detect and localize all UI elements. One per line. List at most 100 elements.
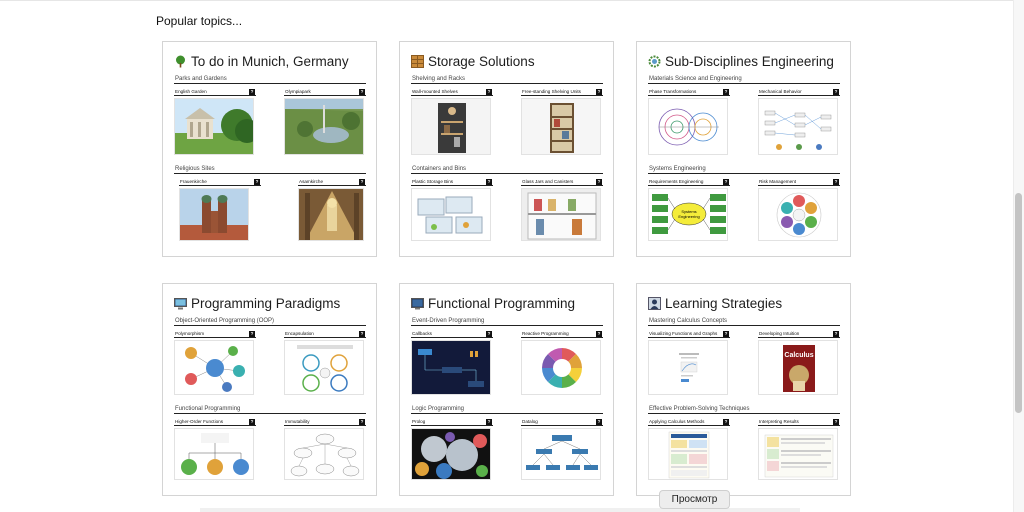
topic-card[interactable]: Learning Strategies Mastering Calculus C…	[636, 283, 851, 496]
help-icon[interactable]: ?	[833, 178, 839, 185]
card-section: Object-Oriented Programming (OOP) Polymo…	[174, 316, 366, 395]
card-title[interactable]: Functional Programming	[411, 292, 603, 314]
card-title[interactable]: Sub-Disciplines Engineering	[648, 50, 840, 72]
topic-item[interactable]: Higher-Order Functions?	[174, 418, 256, 480]
card-title[interactable]: Storage Solutions	[411, 50, 603, 72]
help-icon[interactable]: ?	[249, 88, 255, 95]
topic-item[interactable]: Immutability?	[284, 418, 366, 480]
topic-card[interactable]: Sub-Disciplines Engineering Materials Sc…	[636, 41, 851, 257]
topic-card[interactable]: Functional Programming Event-Driven Prog…	[399, 283, 614, 496]
help-icon[interactable]: ?	[596, 330, 602, 337]
topic-item[interactable]: Visualizing Functions and Graphs?	[648, 330, 730, 395]
book-cover-title: Calculus	[784, 352, 813, 359]
topic-item[interactable]: Polymorphism?	[174, 330, 256, 395]
topic-item[interactable]: Interpreting Results?	[758, 418, 840, 480]
card-section: Religious Sites Frauenkirche? Asamkirche…	[174, 164, 366, 241]
monitor-icon	[174, 297, 187, 310]
polymorphism-thumbnail[interactable]	[174, 340, 254, 395]
preview-button[interactable]: Просмотр	[659, 490, 730, 509]
help-icon[interactable]: ?	[486, 178, 492, 185]
jars-thumbnail[interactable]	[521, 188, 601, 241]
datalog-tree-thumbnail[interactable]	[521, 428, 601, 480]
shelving-unit-thumbnail[interactable]	[521, 98, 601, 155]
help-icon[interactable]: ?	[486, 88, 492, 95]
help-icon[interactable]: ?	[596, 88, 602, 95]
topic-card[interactable]: Programming Paradigms Object-Oriented Pr…	[162, 283, 377, 496]
wall-shelves-thumbnail[interactable]	[411, 98, 491, 155]
help-icon[interactable]: ?	[723, 88, 729, 95]
topic-item[interactable]: Reactive Programming?	[521, 330, 603, 395]
topic-item[interactable]: Callbacks?	[411, 330, 493, 395]
help-icon[interactable]: ?	[359, 88, 365, 95]
item-label: Interpreting Results	[759, 419, 799, 424]
help-icon[interactable]: ?	[359, 330, 365, 337]
shelf-icon	[411, 54, 424, 68]
topic-item[interactable]: Glass Jars and Canisters?	[521, 178, 603, 241]
item-label: Applying Calculus Methods	[649, 419, 705, 424]
systems-engineering-thumbnail[interactable]: Systems Engineering	[648, 188, 728, 241]
topic-item[interactable]: English Garden?	[174, 88, 256, 155]
topic-item[interactable]: Prolog?	[411, 418, 493, 480]
help-icon[interactable]: ?	[833, 330, 839, 337]
functions-tree-thumbnail[interactable]	[174, 428, 254, 480]
topic-item[interactable]: Developing Intuition? Calculus	[758, 330, 840, 395]
topic-item[interactable]: Asamkirche?	[298, 178, 366, 241]
help-icon[interactable]: ?	[249, 330, 255, 337]
risk-wheel-thumbnail[interactable]	[758, 188, 838, 241]
help-icon[interactable]: ?	[359, 418, 365, 425]
garden-thumbnail[interactable]	[174, 98, 254, 155]
card-title[interactable]: Programming Paradigms	[174, 292, 366, 314]
help-icon[interactable]: ?	[596, 178, 602, 185]
reactive-wheel-thumbnail[interactable]	[521, 340, 601, 395]
help-icon[interactable]: ?	[359, 178, 365, 185]
scrollbar-thumb[interactable]	[1015, 193, 1022, 413]
help-icon[interactable]: ?	[833, 418, 839, 425]
card-title[interactable]: Learning Strategies	[648, 292, 840, 314]
topic-item[interactable]: Encapsulation?	[284, 330, 366, 395]
topic-card[interactable]: To do in Munich, Germany Parks and Garde…	[162, 41, 377, 257]
graphs-page-thumbnail[interactable]	[648, 340, 728, 395]
section-title: Shelving and Racks	[411, 74, 603, 84]
phase-diagram-thumbnail[interactable]	[648, 98, 728, 155]
help-icon[interactable]: ?	[833, 88, 839, 95]
item-label: Callbacks	[412, 331, 432, 336]
callbacks-thumbnail[interactable]	[411, 340, 491, 395]
results-sheet-thumbnail[interactable]	[758, 428, 838, 480]
topic-item[interactable]: Plastic Storage Bins?	[411, 178, 493, 241]
cathedral-thumbnail[interactable]	[179, 188, 249, 241]
topic-item[interactable]: Mechanical Behavior?	[758, 88, 840, 155]
help-icon[interactable]: ?	[723, 418, 729, 425]
help-icon[interactable]: ?	[486, 330, 492, 337]
church-interior-thumbnail[interactable]	[298, 188, 364, 241]
help-icon[interactable]: ?	[254, 178, 260, 185]
help-icon[interactable]: ?	[596, 418, 602, 425]
help-icon[interactable]: ?	[723, 178, 729, 185]
topic-card[interactable]: Storage Solutions Shelving and Racks Wal…	[399, 41, 614, 257]
topic-item[interactable]: Datalog?	[521, 418, 603, 480]
prolog-bubbles-thumbnail[interactable]	[411, 428, 491, 480]
bins-thumbnail[interactable]	[411, 188, 491, 241]
encapsulation-thumbnail[interactable]	[284, 340, 364, 395]
topic-item[interactable]: Phase Transformations?	[648, 88, 730, 155]
card-section: Systems Engineering Requirements Enginee…	[648, 164, 840, 241]
topic-item[interactable]: Risk Management?	[758, 178, 840, 241]
topic-item[interactable]: Olympiapark?	[284, 88, 366, 155]
immutability-thumbnail[interactable]	[284, 428, 364, 480]
topic-item[interactable]: Wall-mounted Shelves?	[411, 88, 493, 155]
card-title-text: To do in Munich, Germany	[191, 53, 349, 69]
help-icon[interactable]: ?	[723, 330, 729, 337]
help-icon[interactable]: ?	[486, 418, 492, 425]
item-label: Higher-Order Functions	[175, 419, 223, 424]
methods-sheet-thumbnail[interactable]	[648, 428, 728, 480]
section-title: Effective Problem-Solving Techniques	[648, 404, 840, 414]
topic-item[interactable]: Frauenkirche?	[179, 178, 261, 241]
help-icon[interactable]: ?	[249, 418, 255, 425]
calculus-book-thumbnail[interactable]: Calculus	[758, 340, 838, 395]
park-thumbnail[interactable]	[284, 98, 364, 155]
behavior-diagram-thumbnail[interactable]	[758, 98, 838, 155]
topic-item[interactable]: Applying Calculus Methods?	[648, 418, 730, 480]
topic-item[interactable]: Requirements Engineering? Systems Enginee…	[648, 178, 730, 241]
item-label: Frauenkirche	[180, 179, 207, 184]
card-title[interactable]: To do in Munich, Germany	[174, 50, 366, 72]
topic-item[interactable]: Free-standing Shelving Units?	[521, 88, 603, 155]
